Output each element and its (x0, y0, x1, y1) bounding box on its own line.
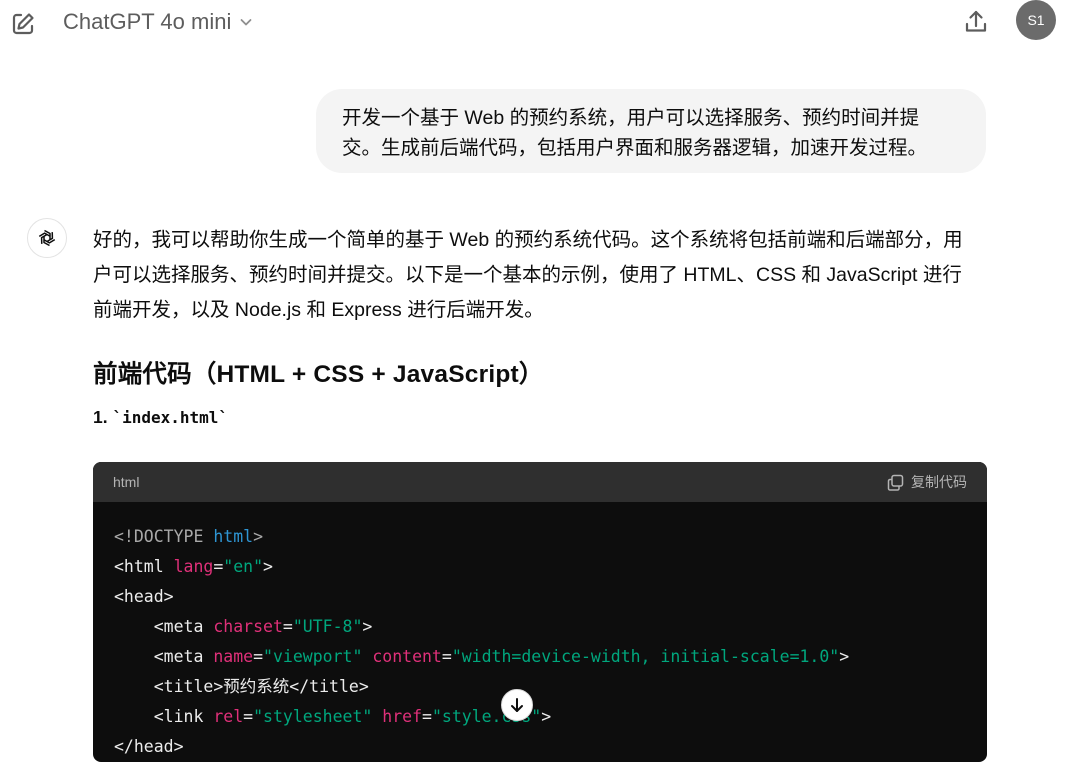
code-token: = (282, 617, 293, 636)
top-bar: ChatGPT 4o mini S1 (0, 0, 1080, 48)
code-token: = (422, 707, 432, 726)
code-block-header: html 复制代码 (93, 462, 987, 502)
copy-code-button[interactable]: 复制代码 (887, 472, 967, 492)
code-token: name (213, 647, 254, 666)
assistant-intro-line: 前端开发，以及 Node.js 和 Express 进行后端开发。 (93, 299, 544, 321)
code-token: "width=device-width, initial-scale=1.0" (451, 647, 840, 666)
code-token: lang (173, 557, 214, 576)
assistant-avatar (27, 218, 67, 258)
code-token: <link (153, 707, 204, 726)
assistant-intro-line: 好的，我可以帮助你生成一个简单的基于 Web 的预约系统代码。这个系统将包括前端… (93, 229, 963, 251)
user-message-bubble: 开发一个基于 Web 的预约系统，用户可以选择服务、预约时间并提 交。生成前后端… (316, 89, 986, 173)
code-token: "stylesheet" (253, 707, 373, 726)
code-token: <title>预约系统</title> (153, 677, 369, 696)
section-heading: 前端代码（HTML + CSS + JavaScript） (93, 361, 544, 388)
code-token: charset (213, 617, 283, 636)
code-token: > (839, 647, 850, 666)
code-token: <!DOCTYPE (114, 527, 204, 546)
code-language-label: html (113, 474, 140, 490)
code-block: html 复制代码 <!DOCTYPE html> <html lang="en… (93, 462, 987, 762)
code-token: "viewport" (263, 647, 363, 666)
code-token: href (382, 707, 423, 726)
code-token: rel (213, 707, 244, 726)
code-token: "UTF-8" (292, 617, 363, 636)
chevron-down-icon (240, 19, 252, 26)
code-token: = (441, 647, 452, 666)
assistant-intro-line: 户可以选择服务、预约时间并提交。以下是一个基本的示例，使用了 HTML、CSS … (93, 264, 962, 286)
code-token: <meta (153, 647, 204, 666)
model-name-label: ChatGPT 4o mini (63, 9, 232, 34)
user-avatar[interactable]: S1 (1016, 0, 1056, 40)
code-content: <!DOCTYPE html> <html lang="en"> <head> … (93, 502, 987, 762)
code-token: "en" (223, 557, 264, 576)
arrow-down-icon (511, 698, 523, 712)
code-token: = (253, 647, 264, 666)
openai-logo-icon (38, 229, 56, 247)
code-token: = (243, 707, 254, 726)
code-token: > (253, 527, 264, 546)
scroll-to-bottom-button[interactable] (501, 689, 533, 721)
code-token: <html (114, 557, 164, 576)
code-token: html (213, 527, 254, 546)
code-token: content (372, 647, 442, 666)
step-filename: `index.html` (112, 408, 229, 427)
code-token: > (263, 557, 273, 576)
code-token: <meta (153, 617, 204, 636)
step-label: 1. `index.html` (93, 407, 228, 428)
code-token: > (541, 707, 552, 726)
code-token: <head> (114, 587, 174, 606)
new-chat-icon[interactable] (10, 11, 36, 37)
user-message-line: 开发一个基于 Web 的预约系统，用户可以选择服务、预约时间并提 (342, 107, 920, 129)
copy-icon (887, 474, 904, 491)
model-selector[interactable]: ChatGPT 4o mini (63, 9, 253, 35)
assistant-intro: 好的，我可以帮助你生成一个简单的基于 Web 的预约系统代码。这个系统将包括前端… (93, 223, 993, 328)
code-token: </head> (114, 737, 184, 756)
user-message-line: 交。生成前后端代码，包括用户界面和服务器逻辑，加速开发过程。 (342, 137, 928, 159)
code-token: = (213, 557, 224, 576)
share-icon[interactable] (962, 8, 990, 36)
step-number: 1. (93, 407, 113, 427)
code-token: > (362, 617, 373, 636)
copy-code-label: 复制代码 (911, 474, 967, 490)
